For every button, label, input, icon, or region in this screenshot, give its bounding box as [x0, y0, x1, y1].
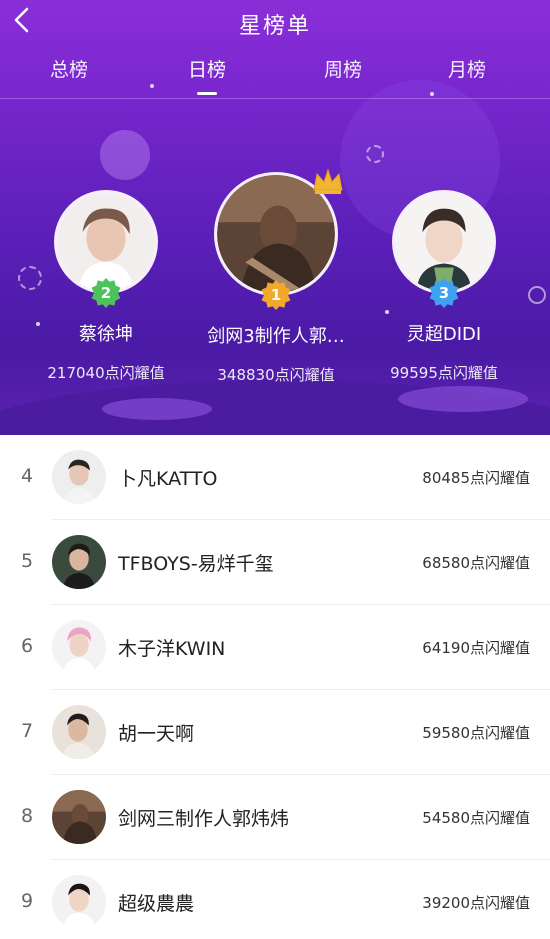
ranking-header-banner: 星榜单 总榜 日榜 周榜 月榜 2 蔡徐坤 217040点闪耀值 1 剑网3制作…: [0, 0, 550, 435]
rank-number: 8: [20, 805, 34, 827]
rank-number: 4: [20, 465, 34, 487]
avatar[interactable]: [52, 535, 106, 589]
list-item[interactable]: 5 TFBOYS-易烊千玺 68580点闪耀值: [0, 520, 550, 605]
crown-icon: [313, 168, 343, 194]
decor-ring: [366, 145, 384, 163]
background-bubble: [100, 130, 150, 180]
podium-third[interactable]: 3 灵超DIDI 99595点闪耀值: [366, 190, 522, 383]
row-name: TFBOYS-易烊千玺: [118, 553, 274, 575]
list-item[interactable]: 7 胡一天啊 59580点闪耀值: [0, 690, 550, 775]
active-tab-indicator: [197, 92, 217, 95]
rank-number: 6: [20, 635, 34, 657]
avatar[interactable]: [52, 705, 106, 759]
podium-second[interactable]: 2 蔡徐坤 217040点闪耀值: [28, 190, 184, 383]
podium-name: 蔡徐坤: [79, 324, 133, 345]
rank-number: 9: [20, 890, 34, 912]
tab-weekly[interactable]: 周榜: [298, 55, 388, 82]
row-score: 54580点闪耀值: [422, 809, 530, 827]
podium-name: 灵超DIDI: [406, 324, 482, 345]
avatar-image: [395, 193, 493, 291]
page-title: 星榜单: [238, 14, 311, 39]
row-name: 剑网三制作人郭炜炜: [118, 808, 290, 830]
tab-daily[interactable]: 日榜: [162, 55, 252, 95]
podium-score: 348830点闪耀值: [217, 366, 335, 384]
tab-label: 月榜: [447, 59, 486, 81]
tab-label: 周榜: [323, 59, 362, 81]
row-name: 木子洋KWIN: [118, 638, 226, 660]
avatar[interactable]: [52, 875, 106, 929]
row-name: 胡一天啊: [118, 723, 195, 745]
podium-score: 217040点闪耀值: [47, 364, 165, 382]
avatar[interactable]: [52, 450, 106, 504]
row-score: 80485点闪耀值: [422, 469, 530, 487]
ranking-list: 4 卜凡KATTO 80485点闪耀值 5 TFBOYS-易烊千玺 68580点…: [0, 435, 550, 939]
row-score: 39200点闪耀值: [422, 894, 530, 912]
period-tabs: 总榜 日榜 周榜 月榜: [0, 55, 550, 99]
decor-cloud: [102, 398, 212, 420]
list-item[interactable]: 9 超级農農 39200点闪耀值: [0, 860, 550, 939]
decor-cloud: [398, 386, 528, 412]
podium-first[interactable]: 1 剑网3制作人郭… 348830点闪耀值: [196, 172, 356, 385]
list-item[interactable]: 4 卜凡KATTO 80485点闪耀值: [0, 435, 550, 520]
avatar[interactable]: [52, 790, 106, 844]
row-score: 59580点闪耀值: [422, 724, 530, 742]
podium-name: 剑网3制作人郭…: [207, 326, 345, 347]
row-name: 卜凡KATTO: [118, 468, 218, 490]
tab-label: 日榜: [187, 59, 226, 81]
tab-monthly[interactable]: 月榜: [422, 55, 512, 82]
row-name: 超级農農: [118, 893, 195, 915]
top-bar: 星榜单: [0, 0, 550, 44]
avatar[interactable]: [52, 620, 106, 674]
rank-number: 5: [20, 550, 34, 572]
tabs-divider: [0, 98, 550, 99]
tab-overall[interactable]: 总榜: [24, 55, 114, 82]
podium-score: 99595点闪耀值: [390, 364, 498, 382]
avatar-image: [57, 193, 155, 291]
row-score: 68580点闪耀值: [422, 554, 530, 572]
rank-number: 7: [20, 720, 34, 742]
tab-label: 总榜: [49, 59, 88, 81]
row-score: 64190点闪耀值: [422, 639, 530, 657]
list-item[interactable]: 8 剑网三制作人郭炜炜 54580点闪耀值: [0, 775, 550, 860]
list-item[interactable]: 6 木子洋KWIN 64190点闪耀值: [0, 605, 550, 690]
decor-ring: [528, 286, 546, 304]
